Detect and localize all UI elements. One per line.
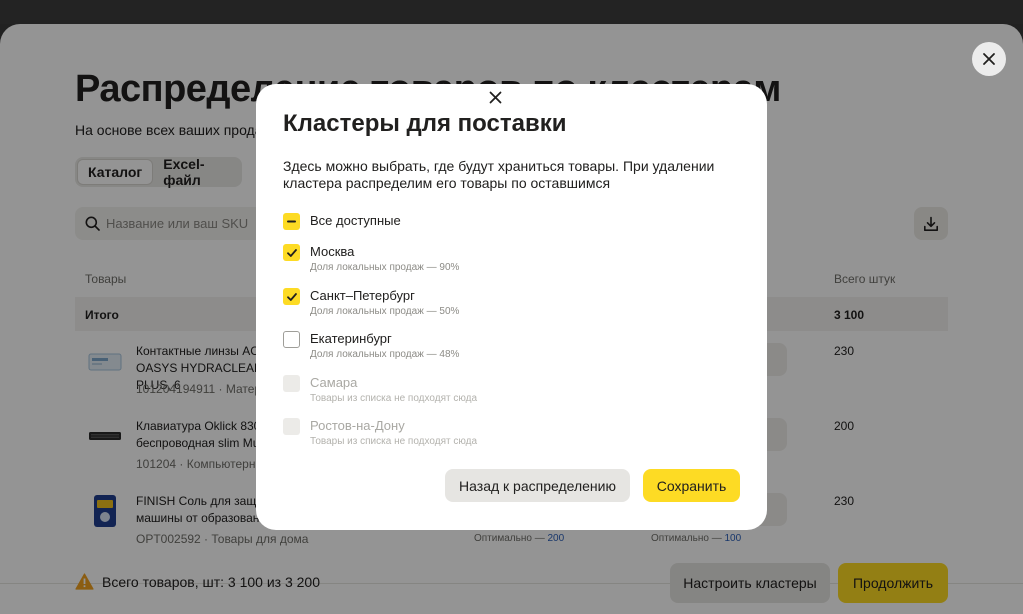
minus-icon [287, 220, 296, 223]
check-icon [286, 292, 297, 301]
cluster-hint-moscow: Доля локальных продаж — 90% [310, 262, 460, 273]
cluster-checkbox-spb[interactable] [283, 288, 300, 305]
check-icon [286, 248, 297, 257]
close-icon [983, 53, 995, 65]
cluster-label-ekaterinburg[interactable]: Екатеринбург [310, 331, 392, 346]
modal-description: Здесь можно выбрать, где будут храниться… [283, 158, 715, 191]
cluster-hint-spb: Доля локальных продаж — 50% [310, 306, 460, 317]
close-icon [489, 91, 501, 103]
cluster-hint-ekaterinburg: Доля локальных продаж — 48% [310, 349, 460, 360]
select-all-checkbox[interactable] [283, 213, 300, 230]
save-button[interactable]: Сохранить [643, 469, 740, 502]
cluster-hint-rostov: Товары из списка не подходят сюда [310, 436, 478, 447]
select-all-label[interactable]: Все доступные [310, 213, 401, 228]
cluster-label-samara: Самара [310, 375, 358, 390]
back-to-distribution-button[interactable]: Назад к распределению [445, 469, 630, 502]
cluster-checkbox-samara [283, 375, 300, 392]
cluster-hint-samara: Товары из списка не подходят сюда [310, 393, 478, 404]
cluster-checkbox-rostov [283, 418, 300, 435]
cluster-checkbox-ekaterinburg[interactable] [283, 331, 300, 348]
cluster-label-moscow[interactable]: Москва [310, 244, 354, 259]
close-modal-button[interactable] [487, 89, 503, 105]
modal-title: Кластеры для поставки [283, 110, 567, 137]
close-sheet-button[interactable] [972, 42, 1006, 76]
cluster-checkbox-moscow[interactable] [283, 244, 300, 261]
cluster-label-spb[interactable]: Санкт–Петербург [310, 288, 415, 303]
cluster-label-rostov: Ростов-на-Дону [310, 418, 405, 433]
